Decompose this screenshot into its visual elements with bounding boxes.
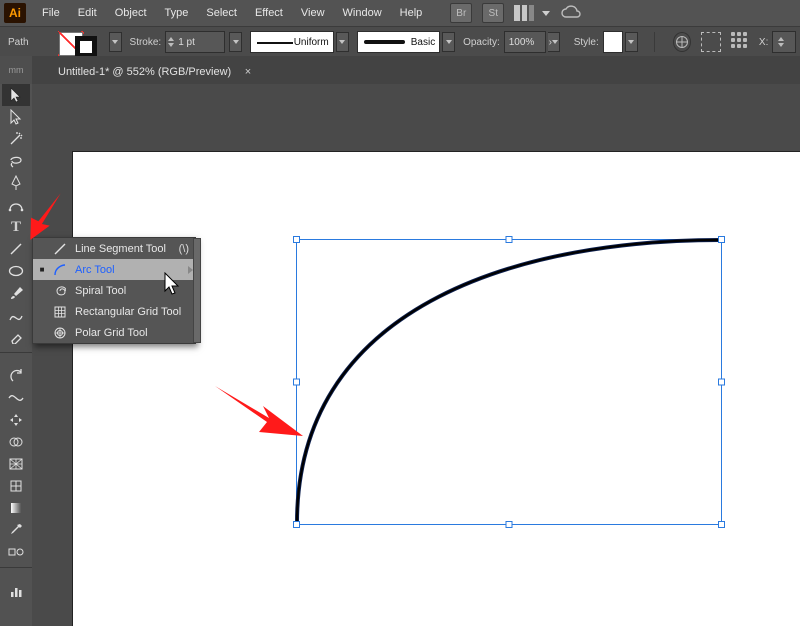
menu-object[interactable]: Object [107,3,155,23]
close-icon[interactable]: × [245,66,251,78]
line-tool-flyout: Line Segment Tool (\) ■ Arc Tool Spiral … [32,237,196,344]
resize-handle-top-center[interactable] [506,236,513,243]
flyout-item-arc[interactable]: ■ Arc Tool [33,259,195,280]
resize-handle-top-right[interactable] [718,236,725,243]
transform-x-stepper[interactable] [772,31,796,53]
shaper-tool[interactable] [2,304,30,326]
resize-handle-bottom-left[interactable] [293,521,300,528]
flyout-item-polar-grid[interactable]: Polar Grid Tool [33,322,195,343]
paintbrush-tool[interactable] [2,282,30,304]
ruler-units-toggle[interactable]: mm [0,56,33,84]
selection-indicator: Path [8,37,55,48]
style-label: Style: [574,37,599,48]
flyout-item-line-segment[interactable]: Line Segment Tool (\) [33,238,195,259]
fill-stroke-swatch[interactable] [59,32,99,52]
brush-definition[interactable]: Basic [357,31,441,53]
sync-settings-icon[interactable] [560,5,582,21]
variable-width-dropdown[interactable] [336,32,349,52]
width-tool[interactable] [2,387,30,409]
opacity-label: Opacity: [463,37,500,48]
eyedropper-tool[interactable] [2,519,30,541]
rotate-tool[interactable] [2,365,30,387]
eraser-tool[interactable] [2,326,30,348]
type-tool[interactable]: T [2,216,30,238]
shape-builder-tool[interactable] [2,431,30,453]
graphic-style-swatch[interactable] [603,31,623,53]
column-graph-tool[interactable] [2,580,30,602]
curvature-tool[interactable] [2,194,30,216]
stroke-weight-dropdown[interactable] [229,32,242,52]
main-menu-bar: Ai File Edit Object Type Select Effect V… [0,0,800,26]
polar-grid-icon [53,327,67,339]
free-transform-tool[interactable] [2,409,30,431]
document-tab-bar: Untitled-1* @ 552% (RGB/Preview) × [32,56,800,85]
perspective-grid-tool[interactable] [2,453,30,475]
gradient-tool[interactable] [2,497,30,519]
isolate-group-icon[interactable] [701,32,721,52]
opacity-input[interactable]: 100% [504,31,546,53]
document-tab-title: Untitled-1* @ 552% (RGB/Preview) [58,66,231,78]
resize-handle-bottom-right[interactable] [718,521,725,528]
stroke-label: Stroke: [130,37,162,48]
flyout-item-label: Arc Tool [75,264,115,276]
magic-wand-tool[interactable] [2,128,30,150]
pen-tool[interactable] [2,172,30,194]
transform-x-label: X: [759,37,768,48]
brush-definition-dropdown[interactable] [442,32,455,52]
selection-tool[interactable] [2,84,30,106]
control-bar: Path Stroke: Uniform Basic Opacity: 100%… [0,26,800,58]
tearoff-handle[interactable] [193,238,201,343]
flyout-item-spiral[interactable]: Spiral Tool [33,280,195,301]
flyout-item-rectangular-grid[interactable]: Rectangular Grid Tool [33,301,195,322]
tools-panel: T [0,84,33,626]
ellipse-tool[interactable] [2,260,30,282]
variable-width-profile[interactable]: Uniform [250,31,334,53]
arc-icon [53,264,67,276]
app-logo-icon: Ai [4,3,26,23]
graphic-style-dropdown[interactable] [625,32,638,52]
menu-type[interactable]: Type [157,3,197,23]
stroke-weight-stepper[interactable] [165,31,225,53]
arc-path[interactable] [294,237,724,527]
direct-selection-tool[interactable] [2,106,30,128]
menu-window[interactable]: Window [335,3,390,23]
selection-bounding-box[interactable] [296,239,722,525]
flyout-item-label: Spiral Tool [75,285,126,297]
active-tool-marker: ■ [39,265,45,274]
menu-edit[interactable]: Edit [70,3,105,23]
document-tab[interactable]: Untitled-1* @ 552% (RGB/Preview) × [44,60,259,84]
menu-view[interactable]: View [293,3,333,23]
stock-launch-icon[interactable]: St [482,3,504,23]
spiral-icon [53,285,67,297]
flyout-item-label: Line Segment Tool [75,243,166,255]
resize-handle-bottom-center[interactable] [506,521,513,528]
line-segment-icon [53,243,67,255]
menu-help[interactable]: Help [392,3,431,23]
resize-handle-left-center[interactable] [293,379,300,386]
resize-handle-right-center[interactable] [718,379,725,386]
resize-handle-top-left[interactable] [293,236,300,243]
rect-grid-icon [53,306,67,318]
line-segment-tool[interactable] [2,238,30,260]
flyout-item-label: Polar Grid Tool [75,327,148,339]
flyout-item-shortcut: (\) [179,243,189,255]
arrange-dropdown-icon[interactable] [542,11,550,16]
opacity-dropdown[interactable]: › [548,32,560,52]
blend-tool[interactable] [2,541,30,563]
lasso-tool[interactable] [2,150,30,172]
mesh-tool[interactable] [2,475,30,497]
menu-file[interactable]: File [34,3,68,23]
menu-select[interactable]: Select [198,3,245,23]
recolor-artwork-icon[interactable] [673,32,691,52]
bridge-launch-icon[interactable]: Br [450,3,472,23]
menu-effect[interactable]: Effect [247,3,291,23]
flyout-item-label: Rectangular Grid Tool [75,306,181,318]
align-panel-icon[interactable] [731,32,749,52]
swatch-options-dropdown[interactable] [109,32,122,52]
stroke-swatch-icon[interactable] [75,36,97,58]
arrange-documents-icon[interactable] [514,5,536,21]
